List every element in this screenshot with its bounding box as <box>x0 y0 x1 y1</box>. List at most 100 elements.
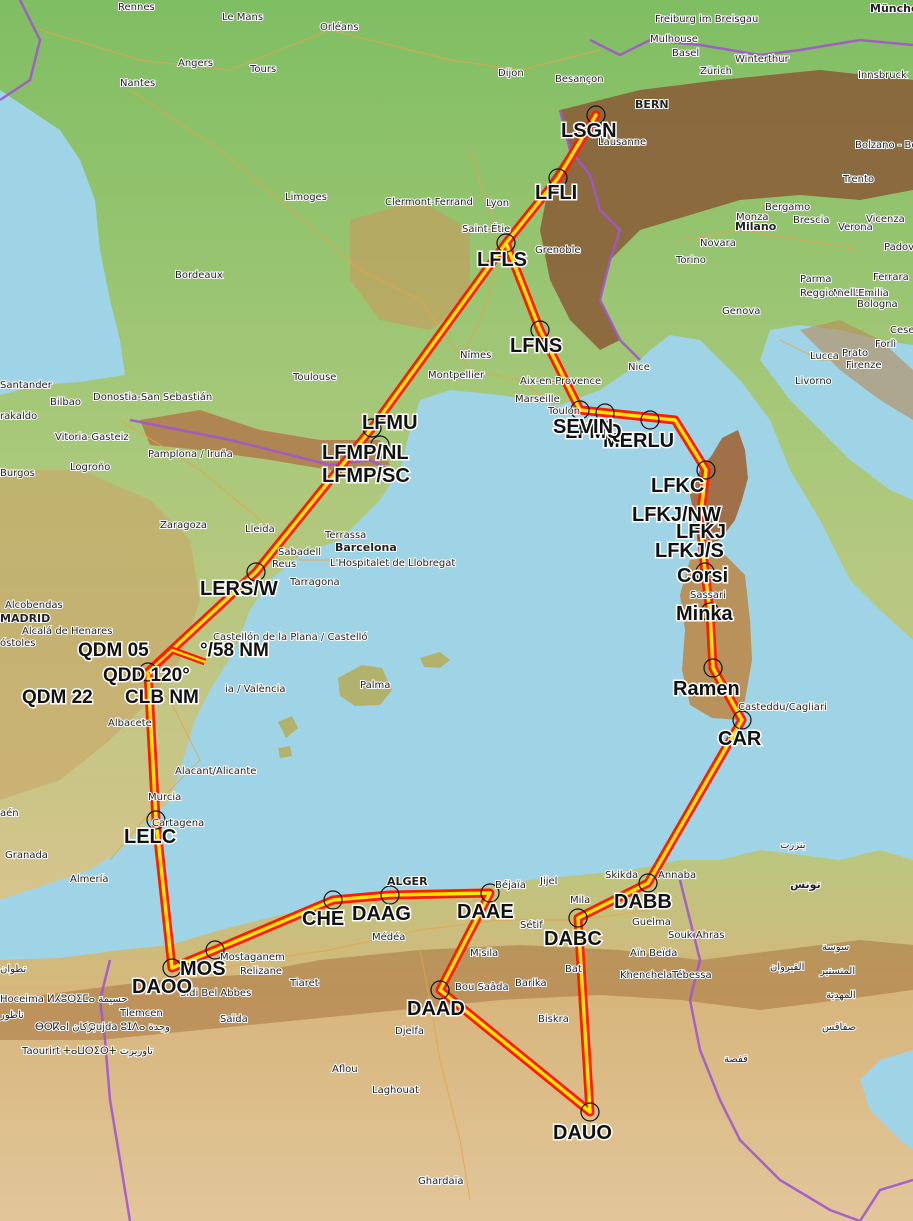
city-label-milano: Milano <box>735 220 777 233</box>
city-label-granada: Granada <box>5 850 48 861</box>
city-label-montpellier: Montpellier <box>428 370 485 381</box>
city-label-donostia: Donostia-San Sebastián <box>93 391 212 403</box>
city-label-marseille: Marseille <box>515 394 560 405</box>
city-label-tunis: تونس <box>790 878 821 891</box>
waypoint-label-lfkj-nw: LFKJ/NW <box>632 504 721 526</box>
city-label-bizerte: بنزرت <box>780 840 806 851</box>
city-label-brescia: Brescia <box>793 215 830 226</box>
city-label-prato: Prato <box>842 348 868 359</box>
city-label-msila: M'sila <box>470 948 498 959</box>
waypoint-label-daad: DAAD <box>407 998 465 1020</box>
city-label-valencia: ia / València <box>225 683 286 695</box>
city-label-oujda: Oujda ⵓⵊⴷⴰ وجدة <box>88 1022 170 1033</box>
city-label-skikda: Skikda <box>605 870 638 881</box>
city-label-torino: Torino <box>675 255 706 266</box>
city-label-reus: Reus <box>272 559 296 570</box>
city-label-almeria: Almería <box>70 873 109 885</box>
city-label-logrono: Logroño <box>70 462 110 473</box>
waypoint-label-minka: Minka <box>676 603 734 625</box>
city-label-tetouan: تطوان <box>0 964 26 975</box>
city-label-tiaret: Tiaret <box>289 978 319 989</box>
city-label-albacete: Albacete <box>108 718 152 729</box>
city-label-murcia: Murcia <box>148 792 181 803</box>
bearing-label-qdm-05: QDM 05 <box>78 640 149 661</box>
city-label-zurich: Zürich <box>700 66 732 77</box>
city-label-tebessa: Tébessa <box>671 969 712 981</box>
city-label-pamplona: Pamplona / Iruña <box>148 449 233 460</box>
city-label-bolzano: Bolzano - Bo <box>855 140 913 151</box>
city-label-genova: Genova <box>722 306 760 317</box>
city-label-souk-ahras: Souk Ahras <box>668 930 724 941</box>
city-label-lleida: Lleida <box>245 524 275 535</box>
city-label-angers: Angers <box>178 58 213 69</box>
city-label-ghardaia: Ghardaïa <box>418 1176 464 1187</box>
city-label-gafsa: قفصة <box>724 1054 748 1065</box>
city-label-mostoles: óstoles <box>0 637 36 649</box>
waypoint-label-dabb: DABB <box>614 891 672 913</box>
city-label-hospitalet: L'Hospitalet de Llobregat <box>330 558 455 569</box>
city-label-alacant: Alacant/Alicante <box>175 766 256 777</box>
city-label-sabadell: Sabadell <box>278 547 321 558</box>
city-label-setif: Sétif <box>520 919 543 931</box>
city-label-lyon: Lyon <box>486 198 509 209</box>
city-label-santander: Santander <box>0 380 53 391</box>
city-label-medea: Médéa <box>372 931 405 943</box>
city-label-barcelona: Barcelona <box>335 541 397 554</box>
city-label-batna: Bat <box>565 964 582 975</box>
formentera-island <box>278 746 292 758</box>
waypoint-label-daag: DAAG <box>352 903 411 925</box>
city-label-freiburg: Freiburg im Breisgau <box>655 14 758 25</box>
city-label-vicenza: Vicenza <box>866 214 905 225</box>
city-label-novara: Novara <box>700 238 736 249</box>
city-label-reggio: Reggio nell'Emilia <box>800 288 889 299</box>
city-label-forli: Forlì <box>875 338 896 350</box>
city-label-bologna: Bologna <box>857 299 898 310</box>
city-label-saint-etienne: Saint-Étie <box>462 222 510 235</box>
map-canvas: Rennes Le Mans Orléans Freiburg im Breis… <box>0 0 913 1221</box>
city-label-munchen: Münche <box>870 2 913 15</box>
city-label-aix: Aix-en-Provence <box>520 376 601 387</box>
city-label-madrid: MADRID <box>0 612 50 625</box>
city-label-le-mans: Le Mans <box>222 12 263 23</box>
city-label-bern: BERN <box>635 98 669 111</box>
waypoint-label-che: CHE <box>302 908 344 930</box>
city-label-winterthur: Winterthur <box>735 54 790 65</box>
waypoint-label-car: CAR <box>718 728 762 750</box>
waypoint-label-mos: MOS <box>180 958 226 980</box>
city-label-livorno: Livorno <box>795 376 832 387</box>
city-label-cagliari: Casteddu/Cagliari <box>738 702 827 713</box>
city-label-tours: Tours <box>249 64 276 75</box>
city-label-barika: Barika <box>515 978 547 989</box>
city-label-kairouan: القيروان <box>770 962 804 973</box>
city-label-basel: Basel <box>672 48 699 59</box>
city-label-relizane: Relizane <box>240 966 282 977</box>
waypoint-label-dauo: DAUO <box>553 1122 612 1144</box>
city-label-ferrara: Ferrara <box>873 272 909 283</box>
waypoint-label-ramen: Ramen <box>673 678 740 700</box>
city-label-barakaldo: rakaldo <box>0 411 37 422</box>
bearing-label-qdm-22: QDM 22 <box>22 687 93 708</box>
city-label-nantes: Nantes <box>120 78 155 89</box>
city-label-mostaganem: Mostaganem <box>220 952 285 963</box>
city-label-jaen: aén <box>0 807 19 819</box>
waypoint-label-sevin: SEVIN <box>553 416 613 438</box>
waypoint-label-lfkj-s: LFKJ/S <box>655 540 724 562</box>
city-label-terrassa: Terrassa <box>324 530 366 541</box>
city-label-monastir: المنستير <box>819 966 855 977</box>
waypoint-label-lsgn: LSGN <box>561 120 617 142</box>
city-label-alcala: Alcalá de Henares <box>22 625 112 637</box>
city-label-palma: Palma <box>360 680 390 691</box>
waypoint-label-lfns: LFNS <box>510 335 562 357</box>
city-label-alcobendas: Alcobendas <box>5 600 63 611</box>
city-label-firenze: Firenze <box>846 360 882 371</box>
city-label-nimes: Nîmes <box>460 349 491 361</box>
city-label-bejaia: Béjaïa <box>495 879 526 891</box>
city-label-bordeaux: Bordeaux <box>175 270 223 281</box>
city-label-zaragoza: Zaragoza <box>160 520 207 531</box>
city-label-jijel: Jijel <box>539 876 557 887</box>
waypoint-label-lelc: LELC <box>124 826 176 848</box>
city-label-limoges: Limoges <box>285 192 327 203</box>
city-label-bou-saada: Bou Saâda <box>455 981 509 993</box>
city-label-orleans: Orléans <box>320 21 359 33</box>
city-label-biskra: Biskra <box>538 1014 569 1025</box>
